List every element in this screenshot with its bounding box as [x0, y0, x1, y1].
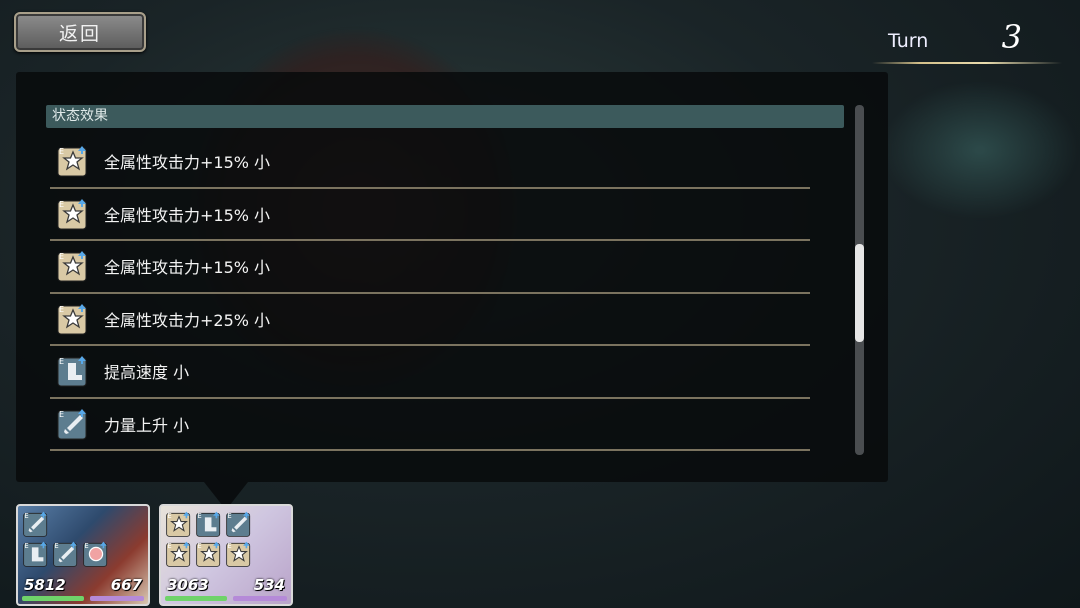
scrollbar[interactable]: [855, 105, 864, 455]
svg-text:E: E: [59, 357, 64, 366]
hp-bar: [165, 596, 227, 601]
sp-value: 534: [253, 576, 285, 594]
attack-up-star-icon: E: [56, 144, 90, 178]
sword-up-icon: E: [52, 540, 78, 567]
section-title: 状态效果: [46, 105, 844, 128]
svg-text:E: E: [197, 542, 201, 550]
hp-bar: [22, 596, 84, 601]
svg-text:E: E: [59, 147, 64, 156]
status-effect-label: 全属性攻击力+15% 小: [104, 153, 271, 173]
status-effect-row[interactable]: E 全属性攻击力+15% 小: [50, 189, 810, 241]
status-effects-panel: 状态效果 E 全属性攻击力+15% 小 E 全属性攻击力+15% 小 E 全属性攻击力+1…: [16, 72, 888, 482]
status-effect-label: 力量上升 小: [104, 415, 190, 435]
party-card-2[interactable]: E E E E E E 3063 534: [159, 504, 293, 606]
svg-text:E: E: [24, 542, 28, 550]
speed-boot-icon: E: [56, 354, 90, 388]
hp-value: 3063: [167, 576, 209, 594]
sword-up-icon: E: [225, 510, 251, 537]
svg-text:E: E: [167, 542, 171, 550]
svg-text:E: E: [167, 512, 171, 520]
turn-indicator: Turn 3: [872, 18, 1062, 66]
status-effect-label: 全属性攻击力+25% 小: [104, 310, 271, 330]
status-effect-row[interactable]: E 全属性攻击力+25% 小: [50, 294, 810, 346]
status-effect-row[interactable]: E 全属性攻击力+15% 小: [50, 136, 810, 189]
sword-up-icon: E: [22, 510, 48, 537]
status-effect-label: 全属性攻击力+15% 小: [104, 205, 271, 225]
svg-text:E: E: [84, 542, 88, 550]
scroll-thumb[interactable]: [855, 244, 864, 342]
svg-text:E: E: [24, 512, 28, 520]
svg-text:E: E: [227, 512, 231, 520]
status-effect-row[interactable]: E 全属性攻击力+15% 小: [50, 241, 810, 294]
attack-up-star-icon: E: [56, 249, 90, 283]
orb-icon: E: [82, 540, 108, 567]
turn-value: 3: [1001, 18, 1022, 56]
turn-label: Turn: [888, 30, 929, 52]
svg-text:E: E: [59, 305, 64, 314]
svg-text:E: E: [59, 200, 64, 209]
attack-up-star-icon: E: [195, 540, 221, 567]
sword-up-icon: E: [56, 407, 90, 441]
attack-up-star-icon: E: [165, 540, 191, 567]
svg-text:E: E: [227, 542, 231, 550]
turn-underline: [872, 62, 1062, 64]
svg-text:E: E: [59, 252, 64, 261]
status-effect-row[interactable]: E 提高速度 小: [50, 346, 810, 399]
svg-text:E: E: [197, 512, 201, 520]
status-effect-label: 全属性攻击力+15% 小: [104, 258, 271, 278]
status-effect-list[interactable]: E 全属性攻击力+15% 小 E 全属性攻击力+15% 小 E 全属性攻击力+15% 小E…: [50, 136, 810, 451]
attack-up-star-icon: E: [165, 510, 191, 537]
attack-up-star-icon: E: [225, 540, 251, 567]
svg-text:E: E: [59, 410, 64, 419]
svg-text:E: E: [54, 542, 58, 550]
sp-bar: [233, 596, 287, 601]
attack-up-star-icon: E: [56, 302, 90, 336]
status-effect-label: 提高速度 小: [104, 363, 190, 383]
speed-boot-icon: E: [195, 510, 221, 537]
hp-value: 5812: [24, 576, 66, 594]
back-button[interactable]: 返回: [14, 12, 146, 52]
speed-boot-icon: E: [22, 540, 48, 567]
party-card-1[interactable]: E E E E 5812 667: [16, 504, 150, 606]
sp-bar: [90, 596, 144, 601]
background-foliage: [880, 80, 1080, 220]
sp-value: 667: [110, 576, 142, 594]
attack-up-star-icon: E: [56, 197, 90, 231]
status-effect-row[interactable]: E 力量上升 小: [50, 399, 810, 451]
